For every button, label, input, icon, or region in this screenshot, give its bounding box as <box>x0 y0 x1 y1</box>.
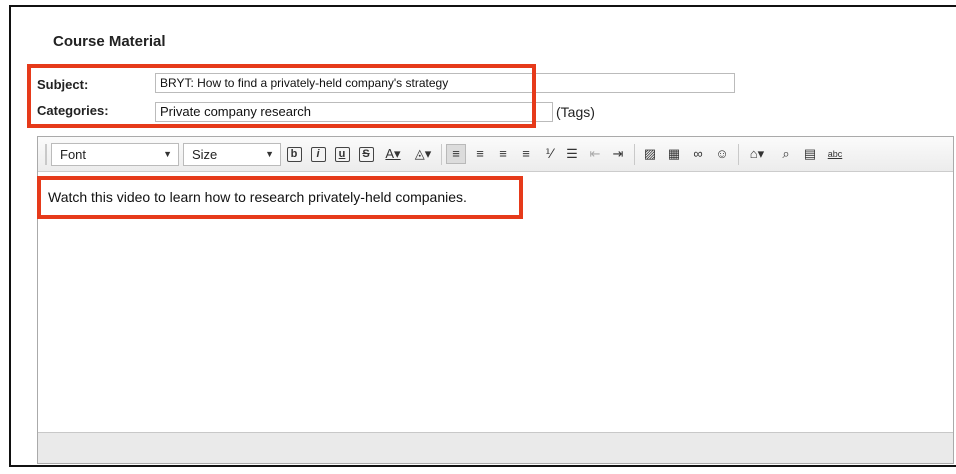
insert-table-button[interactable]: ▦ <box>664 144 684 164</box>
chevron-down-icon: ▼ <box>163 149 172 159</box>
subject-label: Subject: <box>37 77 89 92</box>
editor-status-bar <box>38 432 953 463</box>
unordered-list-button[interactable]: ☰ <box>562 144 582 164</box>
templates-button[interactable]: ⌂▾ <box>744 144 770 164</box>
rich-text-editor[interactable]: Font ▼ Size ▼ b i u S A▾ ◬▾ ≡ ≡ ≡ ≡ ⅟ ☰ … <box>37 136 954 464</box>
indent-button[interactable]: ⇥ <box>608 144 628 164</box>
bold-button[interactable]: b <box>284 144 304 164</box>
insert-link-button[interactable]: ∞ <box>688 144 708 164</box>
ordered-list-button[interactable]: ⅟ <box>539 144 559 164</box>
background-color-button[interactable]: ◬▾ <box>410 144 436 164</box>
align-center-button[interactable]: ≡ <box>470 144 490 164</box>
size-select-label: Size <box>192 147 218 162</box>
underline-icon: u <box>334 147 350 162</box>
toolbar-separator <box>634 144 635 165</box>
subject-input[interactable]: BRYT: How to find a privately-held compa… <box>155 73 735 93</box>
toolbar-separator <box>441 144 442 165</box>
underline-button[interactable]: u <box>332 144 352 164</box>
align-right-button[interactable]: ≡ <box>493 144 513 164</box>
font-select[interactable]: Font ▼ <box>51 143 179 166</box>
align-left-button[interactable]: ≡ <box>446 144 466 164</box>
chevron-down-icon: ▼ <box>265 149 274 159</box>
font-color-button[interactable]: A▾ <box>380 144 406 164</box>
categories-label: Categories: <box>37 103 109 118</box>
font-select-label: Font <box>60 147 87 162</box>
outdent-button[interactable]: ⇤ <box>585 144 605 164</box>
justify-button[interactable]: ≡ <box>516 144 536 164</box>
find-button[interactable]: ⌕ <box>776 144 796 164</box>
insert-image-button[interactable]: ▨ <box>640 144 660 164</box>
strikethrough-button[interactable]: S <box>356 144 376 164</box>
page-title: Course Material <box>53 33 166 50</box>
strikethrough-icon: S <box>358 147 374 162</box>
toolbar-grip[interactable] <box>45 144 47 165</box>
toolbar-separator <box>738 144 739 165</box>
editor-content-text[interactable]: Watch this video to learn how to researc… <box>48 189 467 205</box>
italic-button[interactable]: i <box>308 144 328 164</box>
bold-icon: b <box>286 147 302 162</box>
insert-emoticon-button[interactable]: ☺ <box>712 144 732 164</box>
italic-icon: i <box>310 147 326 162</box>
size-select[interactable]: Size ▼ <box>183 143 281 166</box>
tags-hint: (Tags) <box>556 104 595 120</box>
spellcheck-button[interactable]: abc <box>825 144 845 164</box>
categories-input[interactable]: Private company research <box>155 102 553 122</box>
editor-toolbar: Font ▼ Size ▼ b i u S A▾ ◬▾ ≡ ≡ ≡ ≡ ⅟ ☰ … <box>38 137 953 172</box>
source-button[interactable]: ▤ <box>800 144 820 164</box>
